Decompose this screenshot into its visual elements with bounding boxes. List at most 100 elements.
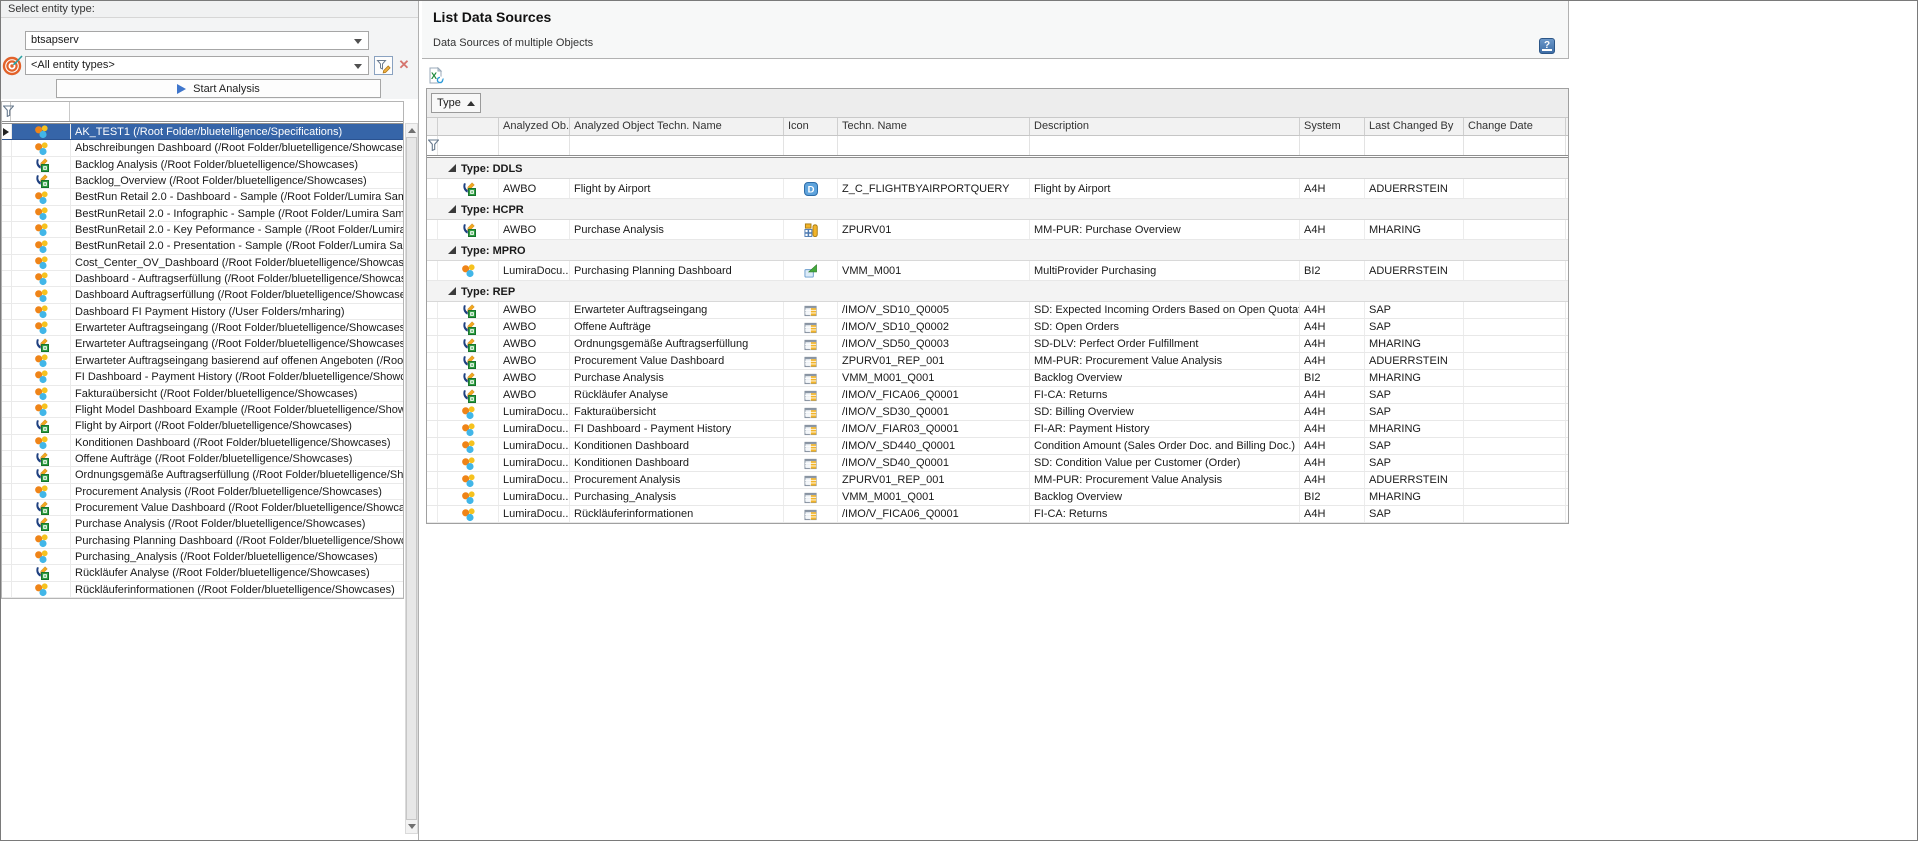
data-source-row[interactable]: AWBOOffene Aufträge/IMO/V_SD10_Q0002SD: … [427,319,1568,336]
group-row[interactable]: Type: HCPR [427,199,1568,220]
column-header-analyzed-object[interactable]: Analyzed Ob... [499,118,570,135]
entity-list-item[interactable]: BestRun Retail 2.0 - Dashboard - Sample … [2,189,403,205]
column-header-techn-name[interactable]: Techn. Name [838,118,1030,135]
column-header-analyzed-object-techn-name[interactable]: Analyzed Object Techn. Name [570,118,784,135]
data-source-row[interactable]: AWBOProcurement Value DashboardZPURV01_R… [427,353,1568,370]
list-header-icon-column[interactable] [11,102,70,121]
entity-list-item[interactable]: Purchase Analysis (/Root Folder/bluetell… [2,516,403,532]
list-scrollbar[interactable] [405,123,418,834]
data-source-row[interactable]: AWBORückläufer Analyse/IMO/V_FICA06_Q000… [427,387,1568,404]
cell-analyzed-object-techn-name: Purchase Analysis [570,370,784,386]
start-analysis-button[interactable]: Start Analysis [56,79,381,98]
data-source-row[interactable]: LumiraDocu...Procurement AnalysisZPURV01… [427,472,1568,489]
entity-list-item[interactable]: BestRunRetail 2.0 - Presentation - Sampl… [2,238,403,254]
row-indicator [2,386,11,401]
entity-list-item[interactable]: Dashboard FI Payment History (/User Fold… [2,304,403,320]
data-source-row[interactable]: LumiraDocu...Fakturaübersicht/IMO/V_SD30… [427,404,1568,421]
entity-label: Erwarteter Auftragseingang basierend auf… [70,353,403,368]
entity-list-item[interactable]: Fakturaübersicht (/Root Folder/bluetelli… [2,386,403,402]
data-source-row[interactable]: LumiraDocu...FI Dashboard - Payment Hist… [427,421,1568,438]
entity-list-item[interactable]: Erwarteter Auftragseingang basierend auf… [2,353,403,369]
column-header-system[interactable]: System [1300,118,1365,135]
list-header-name-column[interactable] [70,102,403,121]
help-icon[interactable]: ? [1539,38,1555,54]
filter-cell-object-icon[interactable] [438,136,499,155]
edit-filter-icon[interactable] [374,56,393,75]
entity-list-item[interactable]: Flight by Airport (/Root Folder/bluetell… [2,418,403,434]
query-icon [784,353,838,369]
cell-techn-name: ZPURV01_REP_001 [838,353,1030,369]
cell-last-changed-by: SAP [1365,506,1464,522]
filter-cell-analyzed-object[interactable] [499,136,570,155]
data-source-row[interactable]: LumiraDocu...Rückläuferinformationen/IMO… [427,506,1568,523]
filter-icon[interactable] [3,105,14,117]
chevron-down-icon[interactable] [354,64,362,69]
entity-list-item[interactable]: FI Dashboard - Payment History (/Root Fo… [2,369,403,385]
group-expanded-icon[interactable] [448,164,456,172]
entity-list-item[interactable]: Procurement Value Dashboard (/Root Folde… [2,500,403,516]
clear-filter-icon[interactable]: ✕ [396,57,412,73]
chevron-down-icon[interactable] [354,39,362,44]
group-expanded-icon[interactable] [448,246,456,254]
data-source-row[interactable]: AWBOErwarteter Auftragseingang/IMO/V_SD1… [427,302,1568,319]
entity-list-item[interactable]: AK_TEST1 (/Root Folder/bluetelligence/Sp… [2,124,403,140]
group-expanded-icon[interactable] [448,205,456,213]
export-excel-icon[interactable]: X [427,67,445,85]
group-label: Type: REP [461,285,515,298]
filter-cell-system[interactable] [1300,136,1365,155]
lumira-document-icon [11,189,70,204]
entity-list-item[interactable]: Rückläufer Analyse (/Root Folder/bluetel… [2,565,403,581]
data-source-row[interactable]: AWBOPurchase AnalysisZPURV01MM-PUR: Purc… [427,220,1568,240]
filter-cell-last-changed-by[interactable] [1365,136,1464,155]
group-row[interactable]: Type: REP [427,281,1568,302]
entity-list-item[interactable]: Rückläuferinformationen (/Root Folder/bl… [2,582,403,598]
entity-list-item[interactable]: Offene Aufträge (/Root Folder/bluetellig… [2,451,403,467]
column-header-icon[interactable]: Icon [784,118,838,135]
group-row[interactable]: Type: DDLS [427,158,1568,179]
column-header-last-changed-by[interactable]: Last Changed By [1365,118,1464,135]
entity-list-item[interactable]: Dashboard - Auftragserfüllung (/Root Fol… [2,271,403,287]
column-header-row-indicator[interactable] [427,118,438,135]
data-source-row[interactable]: LumiraDocu...Purchasing Planning Dashboa… [427,261,1568,281]
filter-cell-icon[interactable] [784,136,838,155]
scrollbar-thumb[interactable] [406,137,417,820]
entity-list-item[interactable]: BestRunRetail 2.0 - Key Peformance - Sam… [2,222,403,238]
column-header-object-icon[interactable] [438,118,499,135]
group-by-type-button[interactable]: Type [431,93,481,113]
filter-cell-techn-name[interactable] [838,136,1030,155]
cell-row-indicator [427,179,438,198]
entity-list-item[interactable]: Purchasing_Analysis (/Root Folder/bluete… [2,549,403,565]
data-source-row[interactable]: AWBOPurchase AnalysisVMM_M001_Q001Backlo… [427,370,1568,387]
data-source-row[interactable]: LumiraDocu...Purchasing_AnalysisVMM_M001… [427,489,1568,506]
entity-list-item[interactable]: Konditionen Dashboard (/Root Folder/blue… [2,435,403,451]
entity-list-item[interactable]: Purchasing Planning Dashboard (/Root Fol… [2,533,403,549]
column-header-description[interactable]: Description [1030,118,1300,135]
filter-cell-change-date[interactable] [1464,136,1566,155]
filter-cell-description[interactable] [1030,136,1300,155]
entity-list-item[interactable]: Ordnungsgemäße Auftragserfüllung (/Root … [2,467,403,483]
data-source-row[interactable]: LumiraDocu...Konditionen Dashboard/IMO/V… [427,438,1568,455]
entity-list-item[interactable]: Backlog Analysis (/Root Folder/bluetelli… [2,157,403,173]
entity-list-item[interactable]: Erwarteter Auftragseingang (/Root Folder… [2,320,403,336]
entity-list-item[interactable]: Procurement Analysis (/Root Folder/bluet… [2,484,403,500]
scroll-down-icon[interactable] [406,820,417,833]
data-source-row[interactable]: LumiraDocu...Konditionen Dashboard/IMO/V… [427,455,1568,472]
column-header-change-date[interactable]: Change Date [1464,118,1566,135]
data-source-row[interactable]: AWBOOrdnungsgemäße Auftragserfüllung/IMO… [427,336,1568,353]
entity-list-item[interactable]: Cost_Center_OV_Dashboard (/Root Folder/b… [2,255,403,271]
entity-list-item[interactable]: BestRunRetail 2.0 - Infographic - Sample… [2,206,403,222]
entity-list-item[interactable]: Abschreibungen Dashboard (/Root Folder/b… [2,140,403,156]
group-row[interactable]: Type: MPRO [427,240,1568,261]
group-expanded-icon[interactable] [448,287,456,295]
entity-type-dropdown[interactable]: <All entity types> [25,56,369,75]
entity-list-item[interactable]: Flight Model Dashboard Example (/Root Fo… [2,402,403,418]
entity-list-item[interactable]: Erwarteter Auftragseingang (/Root Folder… [2,336,403,352]
server-dropdown[interactable]: btsapserv [25,31,369,50]
filter-cell-row-indicator[interactable] [427,136,438,155]
entity-list-item[interactable]: Dashboard Auftragserfüllung (/Root Folde… [2,287,403,303]
scroll-up-icon[interactable] [406,124,417,137]
data-source-row[interactable]: AWBOFlight by AirportDZ_C_FLIGHTBYAIRPOR… [427,179,1568,199]
row-indicator [2,353,11,368]
filter-cell-analyzed-object-techn-name[interactable] [570,136,784,155]
entity-list-item[interactable]: Backlog_Overview (/Root Folder/bluetelli… [2,173,403,189]
